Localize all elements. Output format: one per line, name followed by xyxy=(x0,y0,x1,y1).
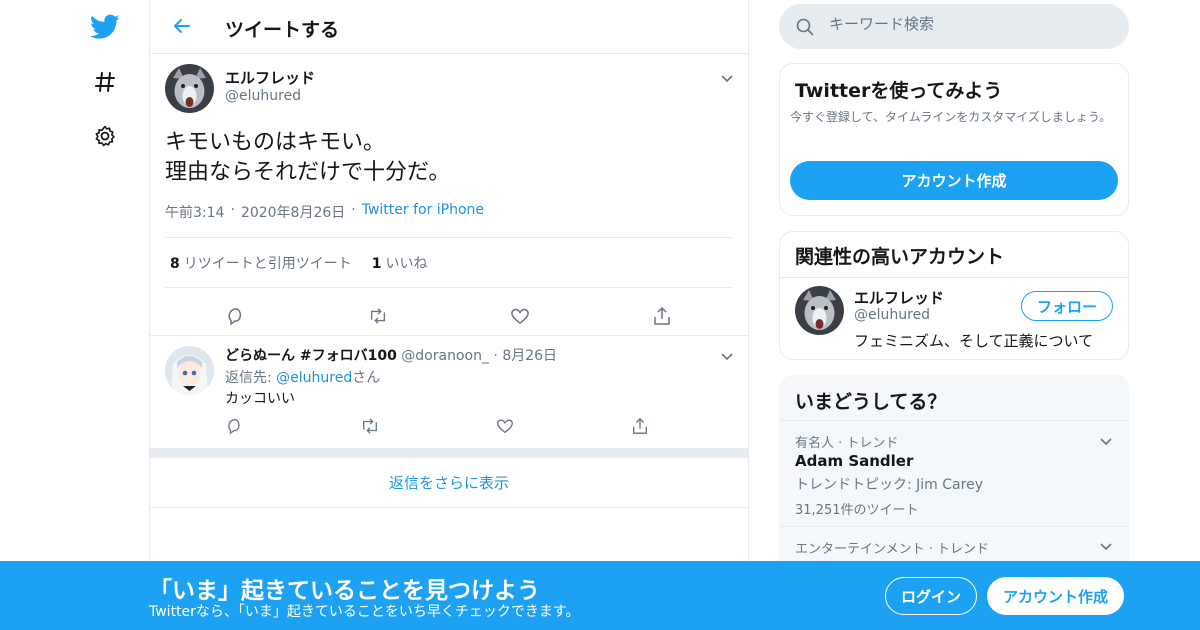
trends-card: いまどうしてる？ 有名人 · トレンド Adam Sandler トレンドトピッ… xyxy=(779,375,1129,575)
avatar[interactable] xyxy=(165,346,214,395)
trend-category: 有名人 · トレンド xyxy=(795,436,899,451)
reply-date[interactable]: 8月26日 xyxy=(502,348,557,364)
related-account-bio: フェミニズム、そして正義について xyxy=(854,332,1094,350)
page-header: ツイートする xyxy=(150,0,748,54)
divider xyxy=(780,277,1128,278)
tweet-meta: 午前3:14 · 2020年8月26日 · Twitter for iPhone xyxy=(165,202,484,222)
replying-prefix: 返信先: xyxy=(225,370,277,386)
replying-to: 返信先: @eluhuredさん xyxy=(225,367,380,387)
signup-card-description: 今すぐ登録して、タイムラインをカスタマイズしましょう。 xyxy=(790,110,1112,124)
follow-button[interactable]: フォロー xyxy=(1021,291,1113,321)
tweet-text-line: 理由ならそれだけで十分だ。 xyxy=(165,160,451,185)
signup-button[interactable]: アカウント作成 xyxy=(987,577,1124,615)
chevron-down-icon[interactable] xyxy=(1098,433,1114,449)
trend-name[interactable]: Adam Sandler xyxy=(795,452,913,470)
meta-separator: · xyxy=(351,202,356,218)
retweet-icon[interactable] xyxy=(368,306,388,326)
related-account-handle[interactable]: @eluhured xyxy=(854,307,930,323)
like-count: 1 xyxy=(371,255,382,272)
trends-title: いまどうしてる？ xyxy=(795,391,947,413)
related-account-name[interactable]: エルフレッド xyxy=(854,287,944,308)
main-column: ツイートする エルフレッド @eluhured キモいものはキモい。 理由ならそ… xyxy=(149,0,749,630)
avatar[interactable] xyxy=(795,286,844,335)
related-accounts-card: 関連性の高いアカウント エルフレッド @eluhured フェミニズム、そして正… xyxy=(779,231,1129,360)
meta-separator: · xyxy=(493,348,498,364)
tweet-time[interactable]: 午前3:14 xyxy=(165,202,224,222)
banner-subtitle: Twitterなら、「いま」起きていることをいち早くチェックできます。 xyxy=(149,604,580,620)
retweet-label: リツイートと引用ツイート xyxy=(183,255,352,272)
divider xyxy=(780,526,1128,527)
tweet-text: キモいものはキモい。 理由ならそれだけで十分だ。 xyxy=(165,128,450,188)
section-divider xyxy=(150,448,748,458)
left-nav xyxy=(0,0,150,630)
twitter-logo-icon[interactable] xyxy=(86,8,124,46)
page-title: ツイートする xyxy=(225,19,340,41)
reply-author-name[interactable]: どらぬーん #フォロバ100 xyxy=(225,348,397,364)
like-stat[interactable]: 1 いいね xyxy=(372,253,428,273)
signup-banner: 「いま」起きていることを見つけよう Twitterなら、「いま」起きていることを… xyxy=(0,561,1200,630)
heart-icon[interactable] xyxy=(510,306,530,326)
replying-suffix: さん xyxy=(352,370,381,386)
trend-tweet-count: 31,251件のツイート xyxy=(795,503,919,518)
tweet-source[interactable]: Twitter for iPhone xyxy=(362,202,484,222)
reply-actions xyxy=(225,416,650,436)
signup-card-title: Twitterを使ってみよう xyxy=(795,80,1003,102)
share-icon[interactable] xyxy=(630,416,650,436)
signup-card: Twitterを使ってみよう 今すぐ登録して、タイムラインをカスタマイズしましょ… xyxy=(779,63,1129,216)
reply-icon[interactable] xyxy=(225,416,245,436)
reply-header: どらぬーん #フォロバ100 @doranoon_ · 8月26日 xyxy=(225,345,557,365)
search-icon xyxy=(795,17,815,41)
trend-topic[interactable]: トレンドトピック: Jim Carey xyxy=(795,474,983,494)
avatar[interactable] xyxy=(165,64,214,113)
hashtag-icon[interactable] xyxy=(86,63,124,101)
chevron-down-icon[interactable] xyxy=(719,348,735,364)
search-box xyxy=(779,4,1129,49)
retweet-stat[interactable]: 8 リツイートと引用ツイート xyxy=(170,253,352,273)
tweet-stats: 8 リツイートと引用ツイート 1 いいね xyxy=(165,237,733,288)
chevron-down-icon[interactable] xyxy=(719,70,735,86)
login-button[interactable]: ログイン xyxy=(885,577,977,615)
heart-icon[interactable] xyxy=(495,416,515,436)
meta-separator: · xyxy=(230,202,235,218)
search-input[interactable] xyxy=(829,15,1109,33)
trend-category: エンターテインメント · トレンド xyxy=(795,542,990,557)
author-handle[interactable]: @eluhured xyxy=(225,88,301,104)
reply-text: カッコいい xyxy=(225,391,295,407)
reply-icon[interactable] xyxy=(226,306,246,326)
create-account-button[interactable]: アカウント作成 xyxy=(790,161,1118,200)
share-icon[interactable] xyxy=(652,306,672,326)
tweet-text-line: キモいものはキモい。 xyxy=(165,130,386,155)
banner-title: 「いま」起きていることを見つけよう xyxy=(149,578,540,604)
settings-gear-icon[interactable] xyxy=(86,117,124,155)
divider xyxy=(780,420,1128,421)
reply-tweet: どらぬーん #フォロバ100 @doranoon_ · 8月26日 返信先: @… xyxy=(150,336,748,448)
main-tweet: エルフレッド @eluhured キモいものはキモい。 理由ならそれだけで十分だ… xyxy=(150,54,748,336)
tweet-actions xyxy=(226,306,672,326)
reply-author-handle[interactable]: @doranoon_ xyxy=(401,348,489,364)
arrow-left-icon[interactable] xyxy=(168,12,196,40)
show-more-replies-link[interactable]: 返信をさらに表示 xyxy=(150,458,748,508)
replying-to-link[interactable]: @eluhured xyxy=(276,370,352,386)
chevron-down-icon[interactable] xyxy=(1098,538,1114,554)
author-name[interactable]: エルフレッド xyxy=(225,67,315,88)
retweet-count: 8 xyxy=(170,255,180,272)
like-label: いいね xyxy=(385,255,428,272)
retweet-icon[interactable] xyxy=(360,416,380,436)
related-accounts-title: 関連性の高いアカウント xyxy=(795,246,1005,268)
tweet-date[interactable]: 2020年8月26日 xyxy=(241,202,345,222)
